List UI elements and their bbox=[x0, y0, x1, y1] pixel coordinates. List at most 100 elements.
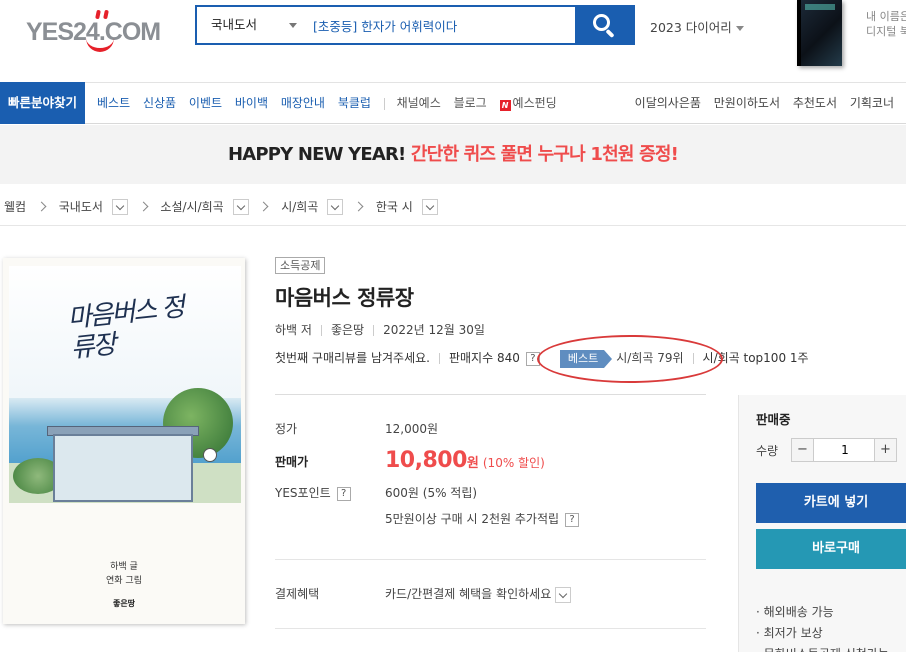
extra-points-text: 5만원이상 구매 시 2천원 추가적립 bbox=[385, 512, 560, 526]
breadcrumb-home[interactable]: 웰컴 bbox=[4, 197, 26, 217]
nav-item-best[interactable]: 베스트 bbox=[97, 83, 130, 123]
promo-banner[interactable]: HAPPY NEW YEAR! 간단한 퀴즈 풀면 누구나 1천원 증정! bbox=[0, 125, 906, 184]
dropdown-arrow-icon bbox=[289, 23, 297, 28]
product-author[interactable]: 하백 저 bbox=[275, 323, 312, 337]
search-category-select[interactable]: 국내도서 bbox=[197, 7, 307, 43]
nav-item-blog[interactable]: 블로그 bbox=[454, 83, 487, 123]
nav-item-monthly-gift[interactable]: 이달의사은품 bbox=[635, 83, 701, 123]
info-divider bbox=[275, 628, 706, 629]
product-meta: 하백 저 좋은땅 2022년 12월 30일 bbox=[275, 321, 485, 338]
book-cover-image[interactable]: 마음버스 정류장 하백 글 연화 그림 좋은땅 bbox=[3, 258, 245, 624]
breadcrumb-poetry[interactable]: 시/희곡 bbox=[281, 197, 318, 217]
buy-now-button[interactable]: 바로구매 bbox=[756, 529, 906, 569]
book-spine bbox=[797, 0, 801, 66]
quantity-increase-button[interactable]: + bbox=[874, 439, 896, 461]
breadcrumb-fiction[interactable]: 소설/시/희곡 bbox=[160, 197, 223, 217]
breadcrumb-dropdown-button[interactable] bbox=[327, 198, 344, 215]
nav-right-menu: 이달의사은품 만원이하도서 추천도서 기획코너 bbox=[626, 83, 894, 123]
quantity-label: 수량 bbox=[756, 444, 779, 458]
main-nav: 빠른분야찾기 베스트 신상품 이벤트 바이백 매장안내 북클럽 채널예스 블로그… bbox=[0, 82, 906, 124]
nav-item-buyback[interactable]: 바이백 bbox=[235, 83, 268, 123]
info-divider bbox=[275, 559, 706, 560]
nav-item-event[interactable]: 이벤트 bbox=[189, 83, 222, 123]
ad-text[interactable]: 내 이름은 디지털 북 bbox=[866, 9, 906, 39]
highlight-circle-annotation bbox=[537, 335, 723, 383]
breadcrumb-dropdown-button[interactable] bbox=[421, 198, 438, 215]
chevron-right-icon bbox=[36, 201, 47, 212]
sale-price-label: 판매가 bbox=[275, 455, 309, 469]
search-category-label: 국내도서 bbox=[211, 17, 258, 32]
meta-divider bbox=[320, 325, 322, 336]
nav-item-new[interactable]: 신상품 bbox=[143, 83, 176, 123]
cover-credits: 하백 글 연화 그림 bbox=[3, 560, 245, 588]
sale-price-unit: 원 bbox=[466, 456, 479, 471]
search-bar: 국내도서 bbox=[195, 5, 635, 45]
yes24-logo[interactable]: YES24.COM bbox=[26, 9, 171, 52]
breadcrumb-dropdown-button[interactable] bbox=[232, 198, 249, 215]
product-date: 2022년 12월 30일 bbox=[383, 323, 485, 337]
breadcrumb-domestic[interactable]: 국내도서 bbox=[59, 197, 103, 217]
promo-subtitle: 간단한 퀴즈 풀면 누구나 1천원 증정! bbox=[410, 144, 679, 165]
quick-category-button[interactable]: 빠른분야찾기 bbox=[0, 82, 85, 124]
search-icon-handle bbox=[605, 28, 615, 39]
breadcrumb-dropdown-button[interactable] bbox=[111, 198, 128, 215]
book-cover-art bbox=[805, 4, 835, 10]
nav-item-yesfunding[interactable]: N 예스펀딩 bbox=[499, 83, 557, 123]
cover-bus-stop bbox=[53, 434, 193, 502]
quantity-decrease-button[interactable]: − bbox=[792, 439, 814, 461]
extra-points: 5만원이상 구매 시 2천원 추가적립? bbox=[385, 510, 580, 527]
purchase-panel: 판매중 수량 − + 카트에 넣기 바로구매 · 해외배송 가능 · 최저가 보… bbox=[738, 395, 906, 652]
help-icon[interactable]: ? bbox=[565, 512, 580, 527]
sale-price-value: 10,800원 (10% 할인) bbox=[385, 448, 545, 473]
points-label-text: YES포인트 bbox=[275, 486, 331, 500]
payment-benefit-label: 결제혜택 bbox=[275, 587, 320, 601]
product-publisher[interactable]: 좋은땅 bbox=[331, 323, 364, 337]
sale-status: 판매중 bbox=[756, 412, 791, 427]
product-title: 마음버스 정류장 bbox=[275, 286, 414, 310]
chevron-right-icon bbox=[258, 201, 269, 212]
sales-index: 판매지수 840 bbox=[448, 351, 520, 365]
search-button[interactable] bbox=[575, 7, 633, 43]
nav-item-bookclub[interactable]: 북클럽 bbox=[338, 83, 371, 123]
product-tag-row: 소득공제 bbox=[275, 257, 735, 274]
meta-divider bbox=[438, 353, 440, 364]
help-icon[interactable]: ? bbox=[336, 486, 351, 501]
sale-price-amount: 10,800 bbox=[385, 448, 467, 473]
cover-illustrator: 연화 그림 bbox=[106, 576, 142, 586]
tax-deduction-badge: 소득공제 bbox=[275, 257, 326, 274]
nav-divider bbox=[383, 97, 385, 110]
search-input[interactable] bbox=[313, 11, 573, 39]
breadcrumb: 웰컴 국내도서 소설/시/희곡 시/희곡 한국 시 bbox=[4, 196, 438, 216]
section-divider bbox=[0, 225, 906, 226]
chevron-right-icon bbox=[353, 201, 364, 212]
note-lowest-price: · 최저가 보상 bbox=[756, 626, 823, 640]
diary-link-label: 2023 다이어리 bbox=[650, 20, 732, 35]
quantity-input[interactable] bbox=[815, 440, 875, 460]
ad-text-line: 내 이름은 bbox=[866, 10, 906, 23]
ad-text-line: 디지털 북 bbox=[866, 25, 906, 38]
info-divider bbox=[275, 394, 706, 395]
diary-link[interactable]: 2023 다이어리 bbox=[650, 17, 744, 36]
nav-item-yesfunding-label: 예스펀딩 bbox=[512, 96, 557, 110]
nav-item-store[interactable]: 매장안내 bbox=[281, 83, 325, 123]
points-label: YES포인트? bbox=[275, 484, 351, 501]
nav-item-special-corner[interactable]: 기획코너 bbox=[850, 83, 894, 123]
review-prompt-link[interactable]: 첫번째 구매리뷰를 남겨주세요. bbox=[275, 351, 430, 365]
payment-benefit-text: 카드/간편결제 혜택을 확인하세요 bbox=[385, 587, 552, 601]
payment-benefit[interactable]: 카드/간편결제 혜택을 확인하세요 bbox=[385, 585, 572, 603]
nav-item-recommended[interactable]: 추천도서 bbox=[793, 83, 837, 123]
breadcrumb-korean-poetry[interactable]: 한국 시 bbox=[376, 197, 413, 217]
add-to-cart-button[interactable]: 카트에 넣기 bbox=[756, 483, 906, 523]
note-overseas-shipping: · 해외배송 가능 bbox=[756, 605, 834, 619]
meta-divider bbox=[373, 325, 375, 336]
cover-title: 마음버스 정류장 bbox=[66, 292, 185, 365]
note-culture-deduction: · 문화비소득공제 신청가능 bbox=[756, 644, 889, 652]
points-value: 600원 (5% 적립) bbox=[385, 486, 478, 500]
purchase-notes: · 해외배송 가능 · 최저가 보상 · 문화비소득공제 신청가능 bbox=[756, 602, 889, 652]
chevron-right-icon bbox=[138, 201, 149, 212]
nav-item-channelyes[interactable]: 채널예스 bbox=[397, 83, 441, 123]
list-price-label: 정가 bbox=[275, 422, 298, 436]
ad-book-cover[interactable] bbox=[797, 0, 842, 66]
nav-item-under-10000[interactable]: 만원이하도서 bbox=[714, 83, 780, 123]
new-badge-icon: N bbox=[499, 100, 511, 111]
